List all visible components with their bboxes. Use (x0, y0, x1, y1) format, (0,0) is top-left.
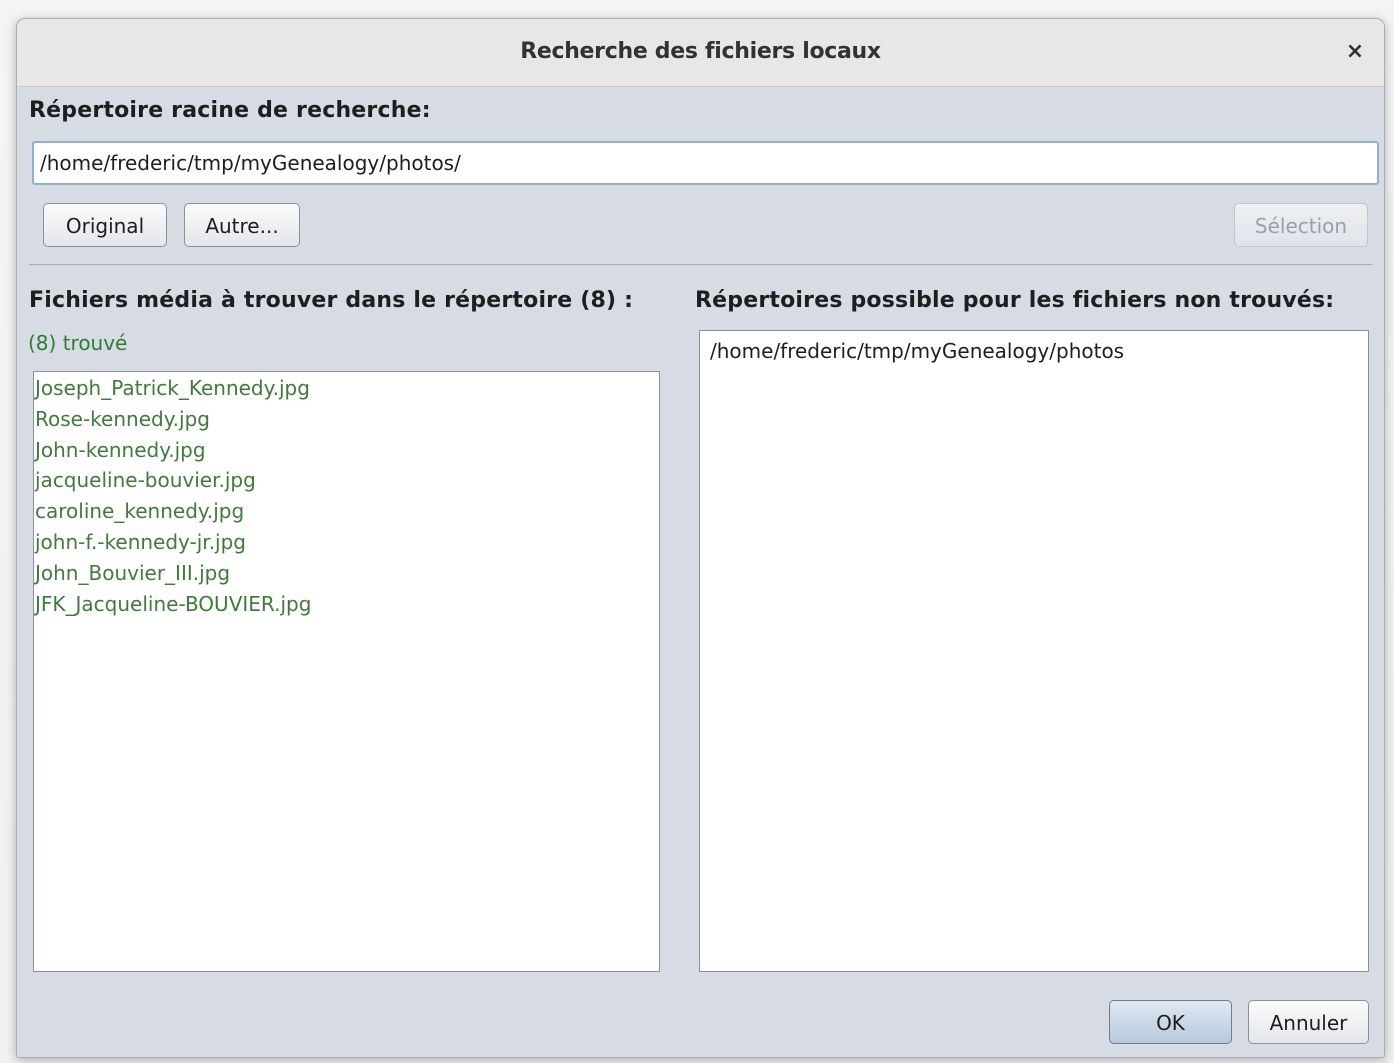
other-button[interactable]: Autre... (184, 203, 300, 247)
found-count-label: (8) trouvé (28, 331, 128, 355)
list-item-media-file[interactable]: john-f.-kennedy-jr.jpg (34, 527, 659, 558)
search-local-files-dialog: Recherche des fichiers locaux × Répertoi… (16, 18, 1385, 1058)
list-item-media-file[interactable]: jacqueline-bouvier.jpg (34, 465, 659, 496)
possible-dirs-label: Répertoires possible pour les fichiers n… (695, 288, 1335, 313)
media-files-list[interactable]: Joseph_Patrick_Kennedy.jpg Rose-kennedy.… (33, 371, 660, 972)
selection-button[interactable]: Sélection (1234, 203, 1368, 247)
list-item-media-file[interactable]: Rose-kennedy.jpg (34, 404, 659, 435)
possible-dirs-list[interactable]: /home/frederic/tmp/myGenealogy/photos (699, 330, 1369, 972)
list-item-directory[interactable]: /home/frederic/tmp/myGenealogy/photos (700, 336, 1368, 367)
list-item-media-file[interactable]: caroline_kennedy.jpg (34, 496, 659, 527)
root-dir-label: Répertoire racine de recherche: (29, 98, 431, 123)
close-icon[interactable]: × (1340, 37, 1370, 67)
media-files-label: Fichiers média à trouver dans le réperto… (29, 288, 634, 313)
list-item-media-file[interactable]: John-kennedy.jpg (34, 435, 659, 466)
cancel-button[interactable]: Annuler (1248, 1000, 1369, 1044)
root-dir-input[interactable] (32, 141, 1379, 185)
list-item-media-file[interactable]: JFK_Jacqueline-BOUVIER.jpg (34, 589, 659, 620)
original-button[interactable]: Original (43, 203, 167, 247)
title-bar[interactable]: Recherche des fichiers locaux × (17, 19, 1384, 87)
list-item-media-file[interactable]: John_Bouvier_III.jpg (34, 558, 659, 589)
separator (29, 264, 1372, 265)
ok-button[interactable]: OK (1109, 1000, 1232, 1044)
list-item-media-file[interactable]: Joseph_Patrick_Kennedy.jpg (34, 373, 659, 404)
dialog-title: Recherche des fichiers locaux (520, 39, 881, 64)
